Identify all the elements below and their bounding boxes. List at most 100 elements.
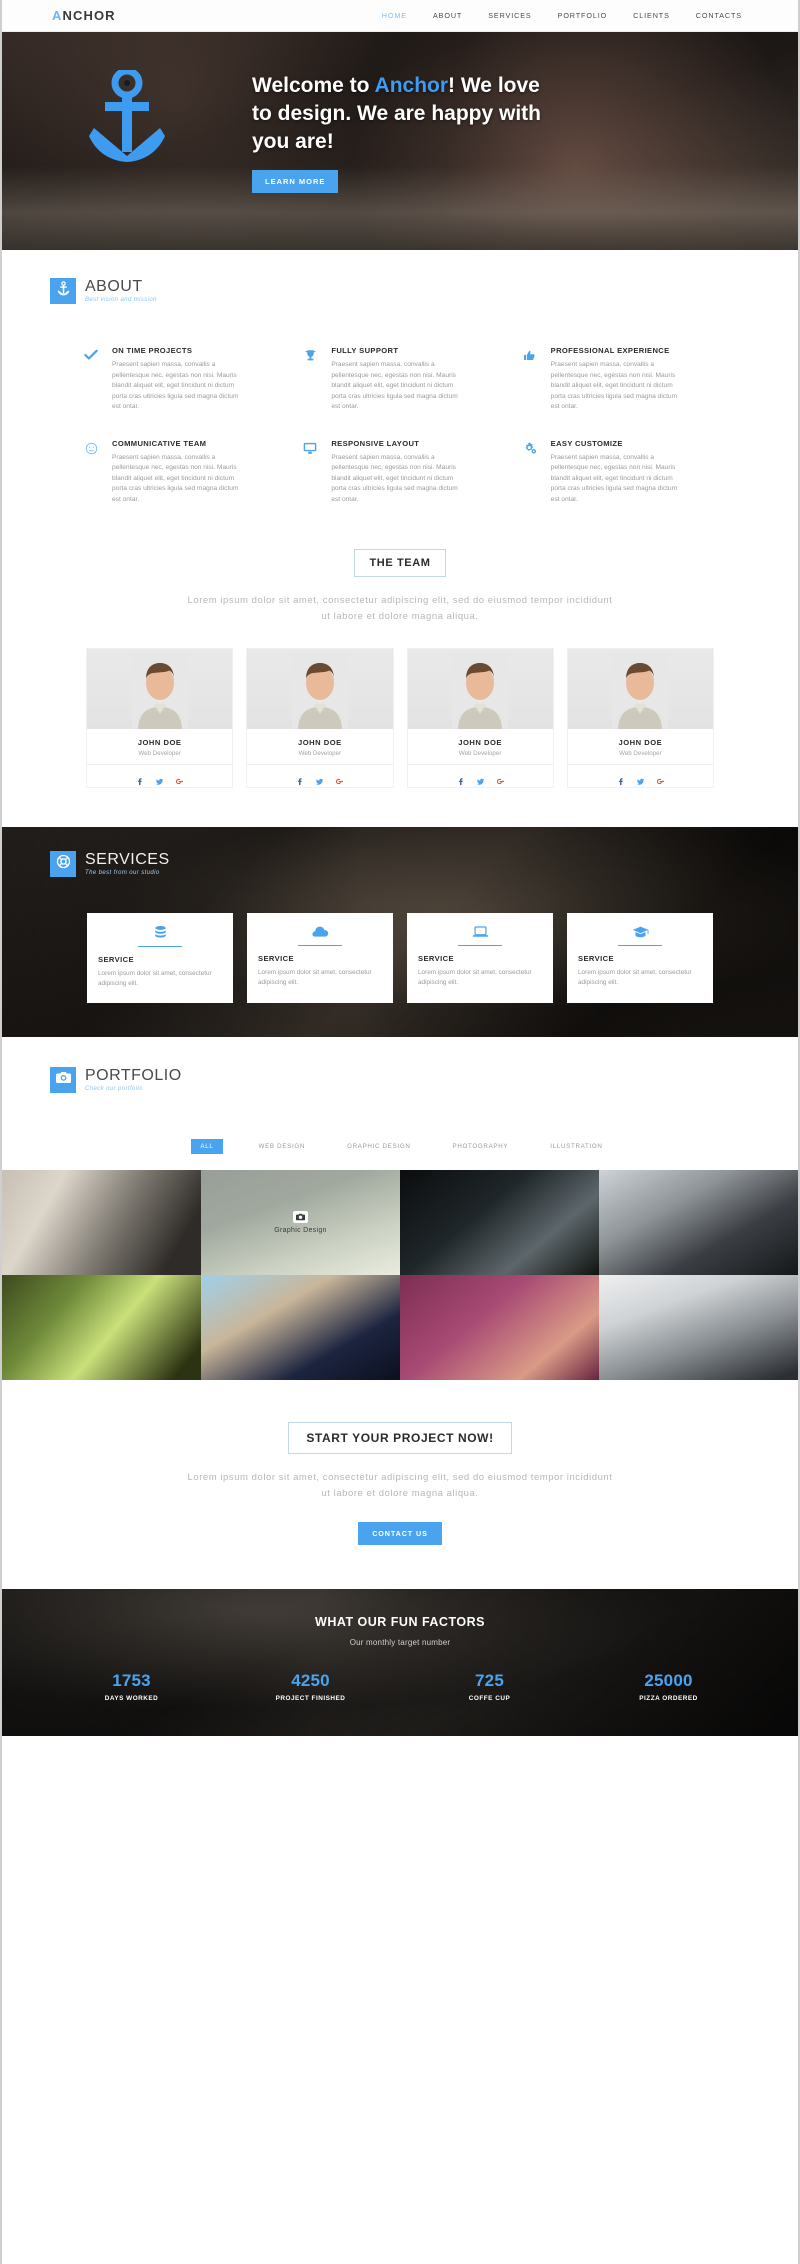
team-grid: JOHN DOE Web Developer JOHN DOE Web Deve… bbox=[2, 625, 798, 787]
nav-link-services[interactable]: SERVICES bbox=[488, 11, 531, 20]
portfolio-item[interactable]: Graphic Design bbox=[201, 1170, 400, 1275]
about-title: ABOUT bbox=[85, 278, 143, 295]
portfolio-item[interactable] bbox=[400, 1275, 599, 1380]
cloud-icon bbox=[258, 925, 382, 946]
hero-banner: Welcome to Anchor! We love to design. We… bbox=[2, 32, 798, 250]
service-card[interactable]: SERVICE Lorem ipsum dolor sit amet, cons… bbox=[407, 913, 553, 1003]
portfolio-item[interactable] bbox=[599, 1275, 798, 1380]
google-plus-icon[interactable] bbox=[176, 772, 184, 785]
portfolio-item[interactable] bbox=[201, 1275, 400, 1380]
team-card[interactable]: JOHN DOE Web Developer bbox=[87, 649, 233, 787]
cta-section: START YOUR PROJECT NOW! Lorem ipsum dolo… bbox=[2, 1380, 798, 1589]
portfolio-section-header: PORTFOLIO Check our portfolio bbox=[2, 1067, 798, 1093]
services-badge bbox=[50, 851, 76, 877]
filter-web-design[interactable]: WEB DESIGN bbox=[253, 1139, 312, 1154]
filter-photography[interactable]: PHOTOGRAPHY bbox=[447, 1139, 515, 1154]
google-plus-icon[interactable] bbox=[656, 772, 664, 785]
counter-label: DAYS WORKED bbox=[104, 1695, 159, 1702]
avatar bbox=[567, 649, 713, 729]
cta-lead: Lorem ipsum dolor sit amet, consectetur … bbox=[187, 1472, 613, 1499]
facebook-icon[interactable] bbox=[617, 772, 624, 785]
feature-title: EASY CUSTOMIZE bbox=[550, 438, 623, 448]
anchor-icon bbox=[84, 70, 170, 162]
team-social-links bbox=[407, 764, 553, 787]
database-icon bbox=[98, 925, 222, 947]
facebook-icon[interactable] bbox=[457, 772, 464, 785]
google-plus-icon[interactable] bbox=[496, 772, 504, 785]
team-member-name: JOHN DOE bbox=[618, 738, 663, 747]
nav-link-home[interactable]: HOME bbox=[382, 11, 407, 20]
portfolio-title: PORTFOLIO bbox=[85, 1067, 182, 1084]
about-subtitle: Best vision and mission bbox=[85, 297, 157, 303]
counter-item: 25000 PIZZA ORDERED bbox=[579, 1671, 758, 1702]
twitter-icon[interactable] bbox=[316, 772, 324, 785]
avatar bbox=[87, 649, 233, 729]
contact-us-button[interactable]: CONTACT US bbox=[358, 1522, 442, 1545]
nav-link-clients[interactable]: CLIENTS bbox=[633, 11, 670, 20]
team-lead: Lorem ipsum dolor sit amet, consectetur … bbox=[187, 595, 613, 622]
lifebuoy-icon bbox=[56, 854, 71, 874]
nav-link-portfolio[interactable]: PORTFOLIO bbox=[558, 11, 608, 20]
hero-copy: Welcome to Anchor! We love to design. We… bbox=[252, 56, 552, 193]
team-section: THE TEAM Lorem ipsum dolor sit amet, con… bbox=[2, 505, 798, 787]
service-name: SERVICE bbox=[98, 955, 135, 964]
filter-illustration[interactable]: ILLUSTRATION bbox=[544, 1139, 608, 1154]
brand-accent-letter: A bbox=[52, 8, 63, 23]
service-card[interactable]: SERVICE Lorem ipsum dolor sit amet, cons… bbox=[567, 913, 713, 1003]
service-card[interactable]: SERVICE Lorem ipsum dolor sit amet, cons… bbox=[247, 913, 393, 1003]
feature-body: Praesent sapien massa, convallis a pelle… bbox=[112, 361, 239, 410]
anchor-icon bbox=[57, 281, 70, 301]
twitter-icon[interactable] bbox=[476, 772, 484, 785]
camera-icon bbox=[55, 1071, 71, 1089]
portfolio-item[interactable] bbox=[2, 1275, 201, 1380]
counter-value: 1753 bbox=[112, 1671, 151, 1690]
facebook-icon[interactable] bbox=[136, 772, 143, 785]
nav-link-about[interactable]: ABOUT bbox=[433, 11, 462, 20]
top-navbar: ANCHOR HOME ABOUT SERVICES PORTFOLIO CLI… bbox=[2, 0, 798, 32]
service-body: Lorem ipsum dolor sit amet, consectetur … bbox=[578, 969, 692, 986]
services-subtitle: The best from our studio bbox=[85, 870, 160, 876]
feature-title: PROFESSIONAL EXPERIENCE bbox=[550, 346, 670, 355]
counter-item: 1753 DAYS WORKED bbox=[42, 1671, 221, 1702]
primary-nav: HOME ABOUT SERVICES PORTFOLIO CLIENTS CO… bbox=[382, 11, 742, 20]
hero-title-accent: Anchor bbox=[374, 74, 449, 97]
team-member-role: Web Developer bbox=[138, 750, 181, 757]
counter-label: PROJECT FINISHED bbox=[275, 1695, 346, 1702]
twitter-icon[interactable] bbox=[156, 772, 164, 785]
portfolio-item[interactable] bbox=[599, 1170, 798, 1275]
services-section-header: SERVICES The best from our studio bbox=[2, 851, 798, 877]
team-card[interactable]: JOHN DOE Web Developer bbox=[567, 649, 713, 787]
facebook-icon[interactable] bbox=[296, 772, 303, 785]
fun-factors-subtitle: Our monthly target number bbox=[349, 1638, 451, 1647]
cta-title: START YOUR PROJECT NOW! bbox=[288, 1422, 512, 1454]
team-title: THE TEAM bbox=[354, 549, 446, 577]
thumbs-up-icon bbox=[519, 346, 541, 413]
laptop-icon bbox=[418, 925, 542, 946]
team-member-role: Web Developer bbox=[458, 750, 502, 757]
team-card[interactable]: JOHN DOE Web Developer bbox=[407, 649, 553, 787]
team-card[interactable]: JOHN DOE Web Developer bbox=[247, 649, 393, 787]
nav-link-contacts[interactable]: CONTACTS bbox=[696, 11, 742, 20]
filter-graphic-design[interactable]: GRAPHIC DESIGN bbox=[341, 1139, 416, 1154]
check-icon bbox=[80, 346, 102, 413]
portfolio-item[interactable] bbox=[400, 1170, 599, 1275]
learn-more-button[interactable]: LEARN MORE bbox=[252, 170, 339, 193]
team-social-links bbox=[567, 764, 713, 787]
counter-grid: 1753 DAYS WORKED 4250 PROJECT FINISHED 7… bbox=[2, 1671, 798, 1702]
portfolio-item[interactable] bbox=[2, 1170, 201, 1275]
brand-logo[interactable]: ANCHOR bbox=[52, 8, 116, 23]
twitter-icon[interactable] bbox=[636, 772, 644, 785]
counter-label: PIZZA ORDERED bbox=[639, 1695, 698, 1702]
hero-title: Welcome to Anchor! We love to design. We… bbox=[252, 72, 552, 156]
google-plus-icon[interactable] bbox=[336, 772, 344, 785]
services-section: SERVICES The best from our studio SERVIC… bbox=[2, 827, 798, 1037]
feature-title: RESPONSIVE LAYOUT bbox=[331, 438, 420, 448]
counter-value: 4250 bbox=[291, 1671, 330, 1690]
feature-body: Praesent sapien massa, convallis a pelle… bbox=[331, 453, 458, 503]
team-member-role: Web Developer bbox=[619, 750, 662, 757]
team-member-role: Web Developer bbox=[298, 750, 342, 757]
feature-body: Praesent sapien massa, convallis a pelle… bbox=[550, 453, 678, 503]
team-member-name: JOHN DOE bbox=[298, 738, 342, 747]
service-card[interactable]: SERVICE Lorem ipsum dolor sit amet, cons… bbox=[87, 913, 233, 1003]
filter-all[interactable]: ALL bbox=[191, 1139, 223, 1154]
